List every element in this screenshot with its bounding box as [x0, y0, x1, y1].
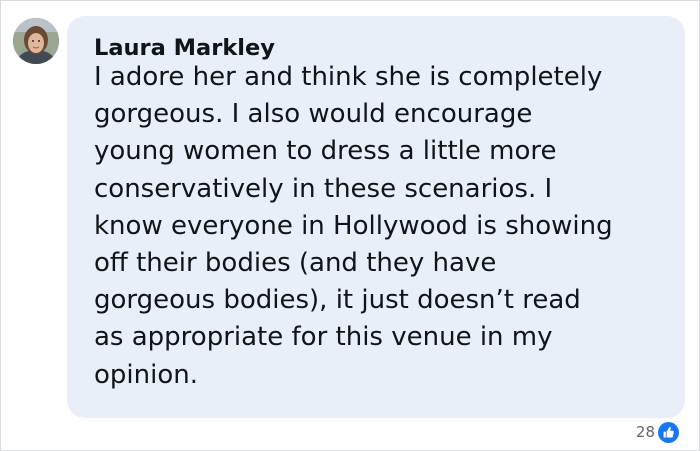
reaction-summary[interactable]: 28 — [636, 421, 679, 443]
like-icon — [658, 421, 679, 443]
comment-author[interactable]: Laura Markley — [94, 34, 275, 62]
avatar-photo — [13, 18, 59, 64]
comment-card: Laura Markley I adore her and think she … — [0, 0, 700, 451]
reaction-count: 28 — [635, 423, 655, 441]
comment-text: I adore her and think she is completely … — [94, 62, 613, 390]
avatar[interactable] — [13, 18, 59, 64]
